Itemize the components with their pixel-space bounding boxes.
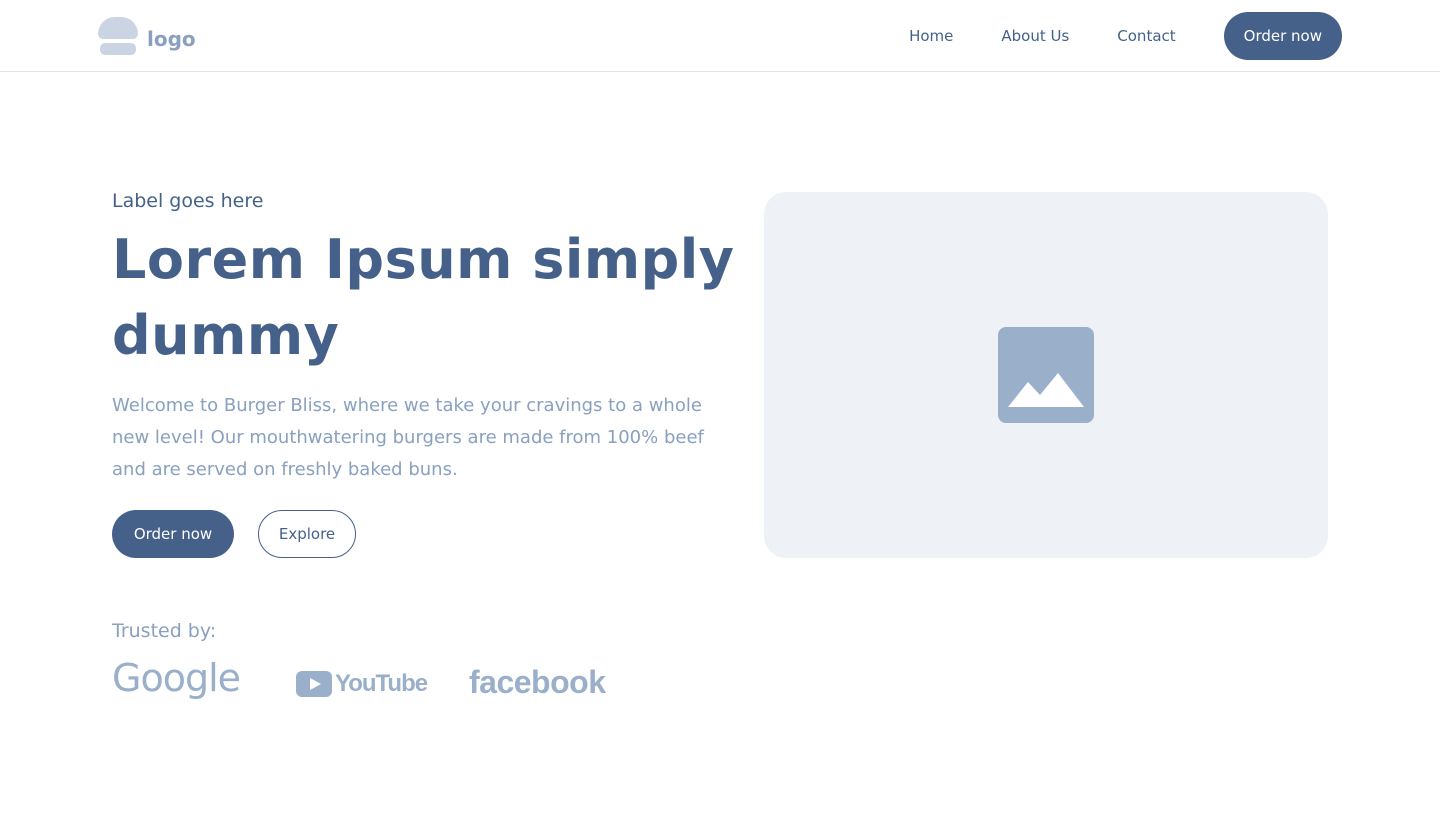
nav-links: Home About Us Contact Order now bbox=[909, 12, 1342, 60]
navbar: logo Home About Us Contact Order now bbox=[0, 0, 1440, 72]
youtube-wordmark: YouTube bbox=[335, 670, 428, 697]
hero-title: Lorem Ipsum simply dummy bbox=[112, 228, 735, 367]
order-now-button[interactable]: Order now bbox=[112, 510, 234, 558]
logo-text: logo bbox=[147, 27, 196, 51]
trusted-by-label: Trusted by: bbox=[112, 620, 217, 642]
nav-link-about-us[interactable]: About Us bbox=[1001, 27, 1069, 45]
nav-link-contact[interactable]: Contact bbox=[1117, 27, 1175, 45]
hero-description: Welcome to Burger Bliss, where we take y… bbox=[112, 395, 704, 480]
hero-label: Label goes here bbox=[112, 190, 264, 212]
image-placeholder-icon bbox=[998, 327, 1094, 423]
logo[interactable]: logo bbox=[97, 17, 196, 57]
nav-link-home[interactable]: Home bbox=[909, 27, 953, 45]
facebook-logo: facebook bbox=[469, 664, 606, 700]
burger-logo-icon bbox=[97, 17, 139, 57]
youtube-logo: YouTube bbox=[296, 670, 428, 698]
hero-image-placeholder bbox=[764, 192, 1328, 558]
youtube-play-icon bbox=[296, 671, 332, 697]
explore-button[interactable]: Explore bbox=[258, 510, 356, 558]
google-logo: Google bbox=[112, 656, 241, 700]
nav-order-now-button[interactable]: Order now bbox=[1223, 12, 1342, 60]
